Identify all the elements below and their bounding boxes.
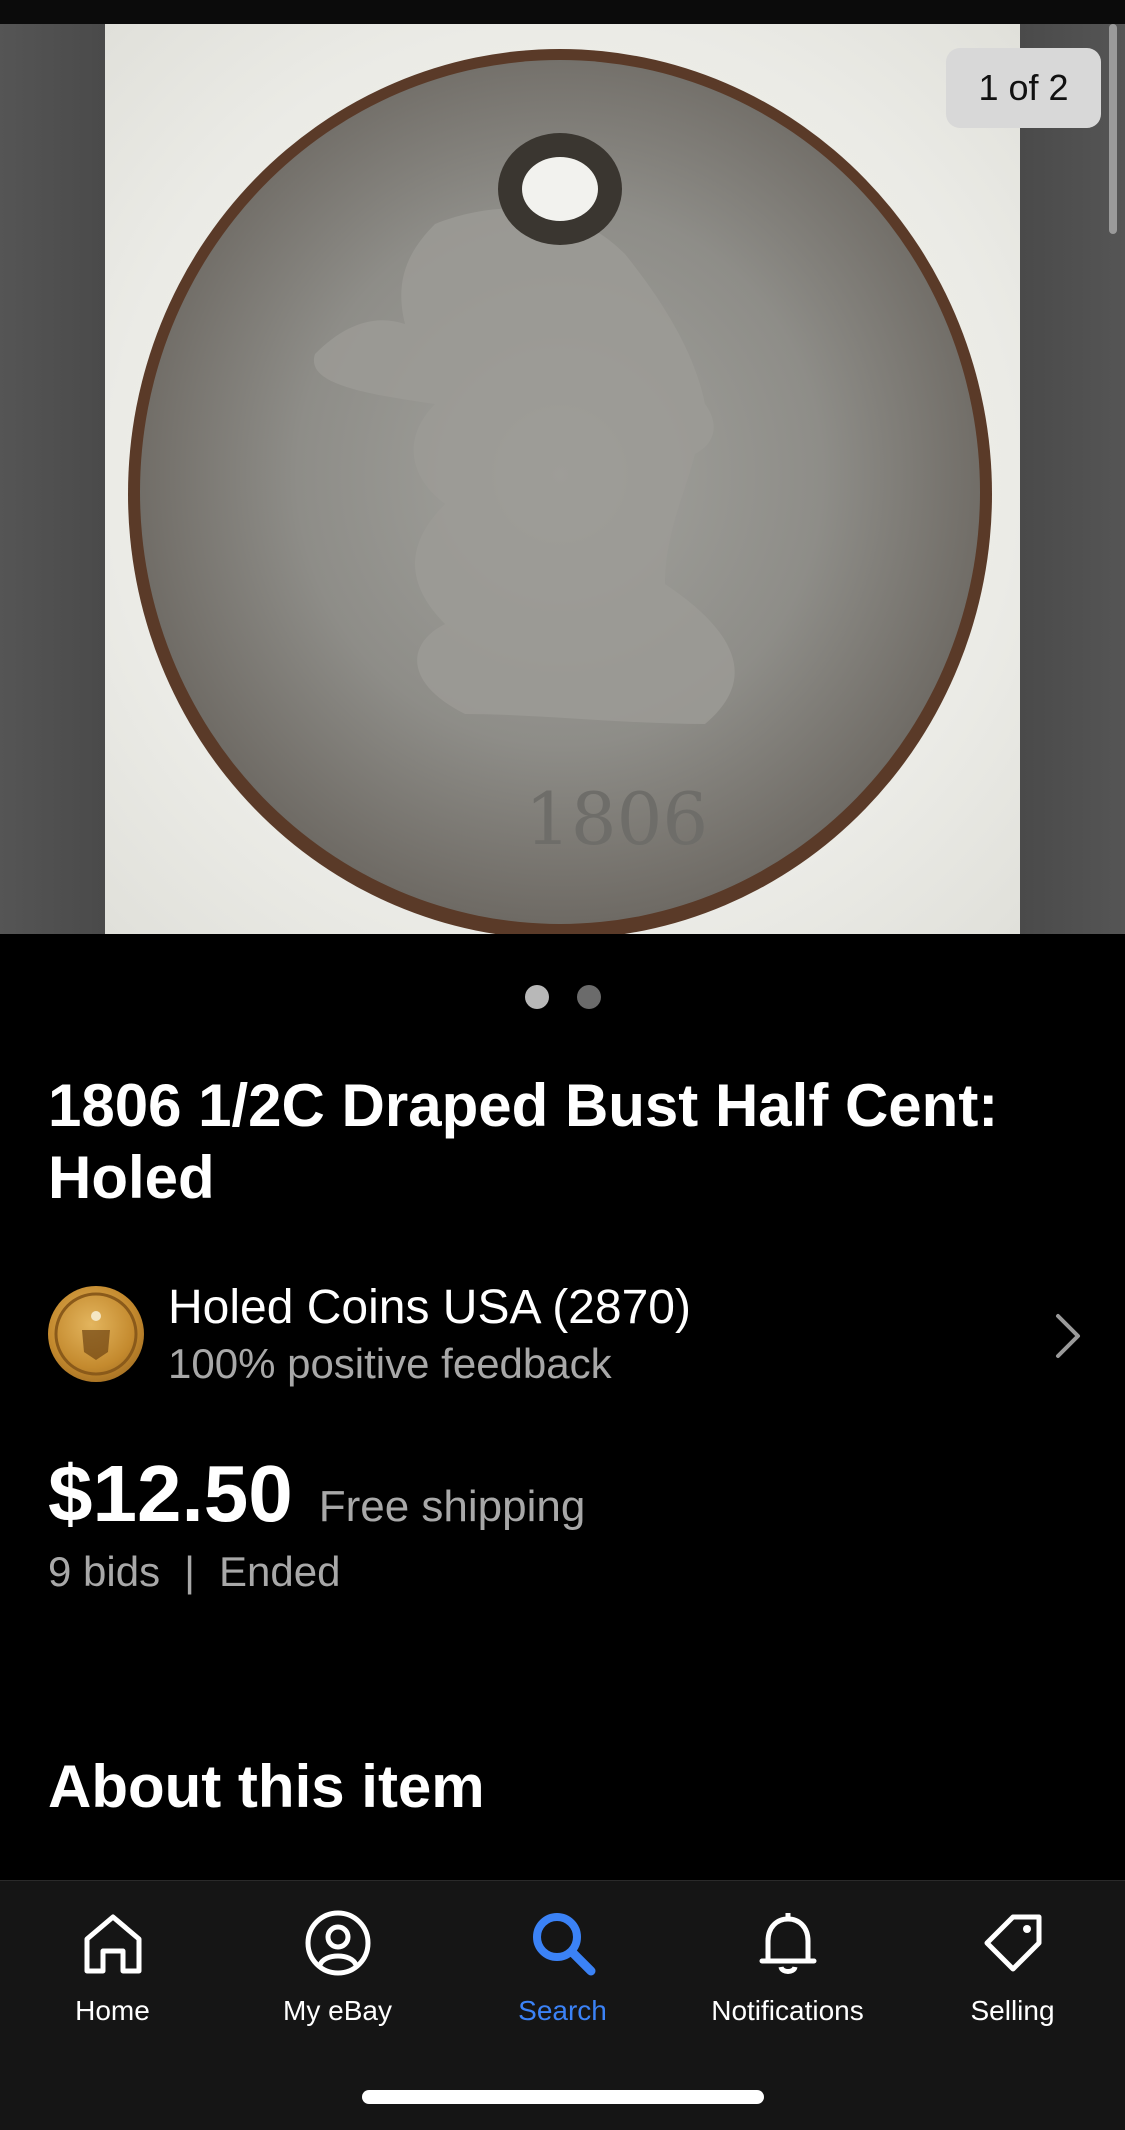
- price-row: $12.50 Free shipping: [48, 1448, 585, 1538]
- bid-status-row: 9 bids | Ended: [48, 1548, 340, 1596]
- nav-selling[interactable]: Selling: [900, 1903, 1125, 2027]
- page-dot-2[interactable]: [576, 985, 601, 1009]
- nav-selling-label: Selling: [970, 1995, 1055, 2026]
- item-price: $12.50: [48, 1449, 293, 1538]
- about-heading: About this item: [48, 1753, 485, 1820]
- gallery-pagination: [0, 985, 1125, 1009]
- nav-home-label: Home: [75, 1995, 150, 2026]
- separator: |: [184, 1548, 195, 1595]
- search-icon: [532, 1913, 595, 1976]
- seller-name[interactable]: Holed Coins USA (2870): [168, 1280, 691, 1335]
- item-photo[interactable]: 1806: [105, 24, 1020, 934]
- chevron-right-icon[interactable]: [1048, 1308, 1088, 1364]
- tag-icon: [984, 1914, 1041, 1972]
- listing-status: Ended: [219, 1548, 341, 1595]
- bell-icon: [759, 1913, 816, 1974]
- nav-my-ebay[interactable]: My eBay: [225, 1903, 450, 2027]
- bid-count: 9 bids: [48, 1548, 161, 1595]
- coin-image: 1806: [128, 49, 992, 934]
- item-screen: 1806 1 of 2 1806 1/2C Draped Bust Half C…: [0, 0, 1125, 2130]
- nav-search-label: Search: [518, 1995, 607, 2026]
- seller-info[interactable]: Holed Coins USA (2870) 100% positive fee…: [48, 1280, 1088, 1390]
- status-bar: [0, 0, 1125, 24]
- shipping-info: Free shipping: [318, 1482, 586, 1531]
- nav-my-ebay-label: My eBay: [283, 1995, 392, 2026]
- home-indicator[interactable]: [362, 2090, 764, 2104]
- image-counter-badge: 1 of 2: [946, 48, 1101, 128]
- coin-date-text: 1806: [525, 777, 708, 861]
- seller-feedback: 100% positive feedback: [168, 1340, 612, 1387]
- coin-avatar-icon: [48, 1286, 144, 1382]
- nav-search[interactable]: Search: [450, 1903, 675, 2027]
- home-icon: [84, 1914, 141, 1974]
- nav-notifications-label: Notifications: [711, 1995, 864, 2026]
- nav-notifications[interactable]: Notifications: [675, 1903, 900, 2027]
- image-gallery[interactable]: 1806 1 of 2: [0, 24, 1125, 934]
- nav-home[interactable]: Home: [0, 1903, 225, 2027]
- user-circle-icon: [305, 1910, 370, 1976]
- item-title: 1806 1/2C Draped Bust Half Cent: Holed: [48, 1072, 999, 1211]
- page-dot-1[interactable]: [524, 985, 549, 1009]
- scroll-indicator: [1109, 24, 1117, 234]
